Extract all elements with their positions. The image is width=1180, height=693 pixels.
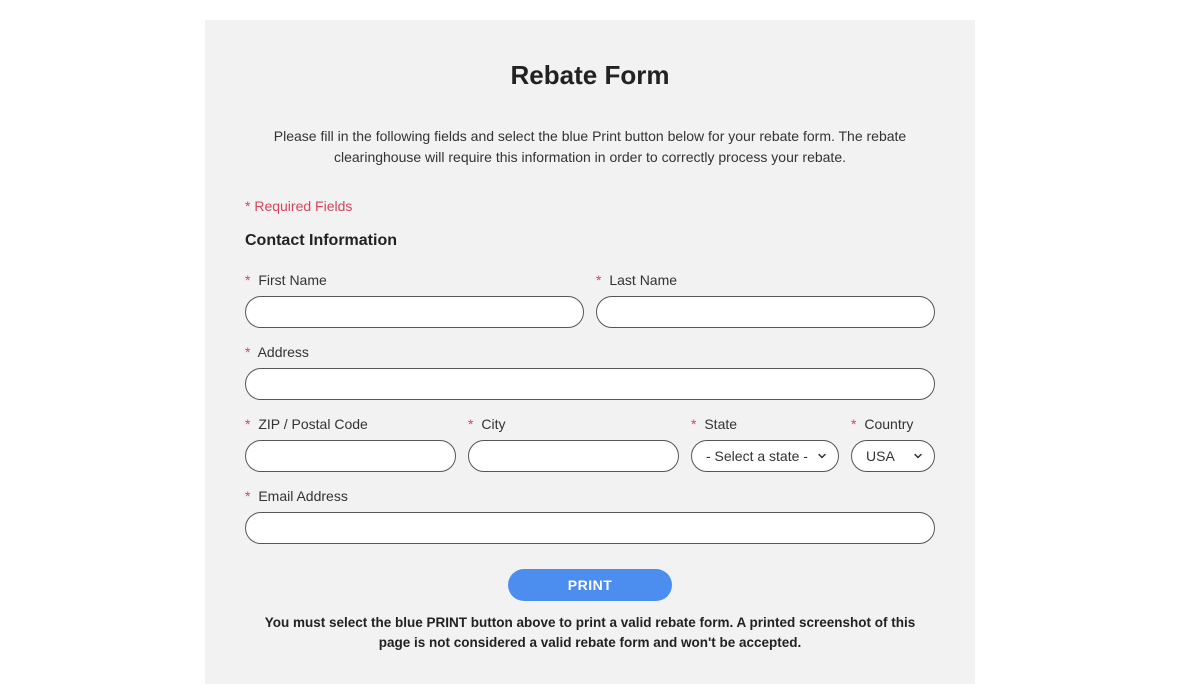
group-country: * Country USA	[851, 416, 935, 472]
group-last-name: * Last Name	[596, 272, 935, 328]
asterisk-icon: *	[851, 416, 856, 432]
asterisk-icon: *	[245, 344, 250, 360]
asterisk-icon: *	[468, 416, 473, 432]
asterisk-icon: *	[691, 416, 696, 432]
last-name-input[interactable]	[596, 296, 935, 328]
row-name: * First Name * Last Name	[245, 272, 935, 328]
label-state-text: State	[704, 416, 737, 432]
asterisk-icon: *	[245, 416, 250, 432]
label-zip: * ZIP / Postal Code	[245, 416, 456, 432]
group-zip: * ZIP / Postal Code	[245, 416, 456, 472]
group-address: * Address	[245, 344, 935, 400]
rebate-form-container: Rebate Form Please fill in the following…	[205, 20, 975, 684]
page-title: Rebate Form	[245, 60, 935, 91]
label-zip-text: ZIP / Postal Code	[258, 416, 367, 432]
label-city: * City	[468, 416, 679, 432]
label-email: * Email Address	[245, 488, 935, 504]
city-input[interactable]	[468, 440, 679, 472]
label-city-text: City	[481, 416, 505, 432]
label-last-name: * Last Name	[596, 272, 935, 288]
label-state: * State	[691, 416, 839, 432]
label-country-text: Country	[864, 416, 913, 432]
country-select[interactable]: USA	[851, 440, 935, 472]
group-city: * City	[468, 416, 679, 472]
print-button-wrap: PRINT	[245, 569, 935, 601]
print-button[interactable]: PRINT	[508, 569, 673, 601]
zip-input[interactable]	[245, 440, 456, 472]
group-first-name: * First Name	[245, 272, 584, 328]
label-country: * Country	[851, 416, 935, 432]
address-input[interactable]	[245, 368, 935, 400]
group-state: * State - Select a state -	[691, 416, 839, 472]
group-email: * Email Address	[245, 488, 935, 544]
form-instructions: Please fill in the following fields and …	[245, 126, 935, 168]
label-first-name: * First Name	[245, 272, 584, 288]
asterisk-icon: *	[245, 272, 250, 288]
required-fields-note: * Required Fields	[245, 198, 935, 214]
state-select[interactable]: - Select a state -	[691, 440, 839, 472]
asterisk-icon: *	[596, 272, 601, 288]
first-name-input[interactable]	[245, 296, 584, 328]
row-location: * ZIP / Postal Code * City * State - Sel…	[245, 416, 935, 472]
asterisk-icon: *	[245, 488, 250, 504]
label-first-name-text: First Name	[258, 272, 326, 288]
section-heading-contact: Contact Information	[245, 232, 935, 250]
row-email: * Email Address	[245, 488, 935, 544]
label-email-text: Email Address	[258, 488, 347, 504]
label-address: * Address	[245, 344, 935, 360]
label-last-name-text: Last Name	[609, 272, 677, 288]
label-address-text: Address	[258, 344, 309, 360]
email-input[interactable]	[245, 512, 935, 544]
row-address: * Address	[245, 344, 935, 400]
disclaimer-text: You must select the blue PRINT button ab…	[245, 613, 935, 654]
